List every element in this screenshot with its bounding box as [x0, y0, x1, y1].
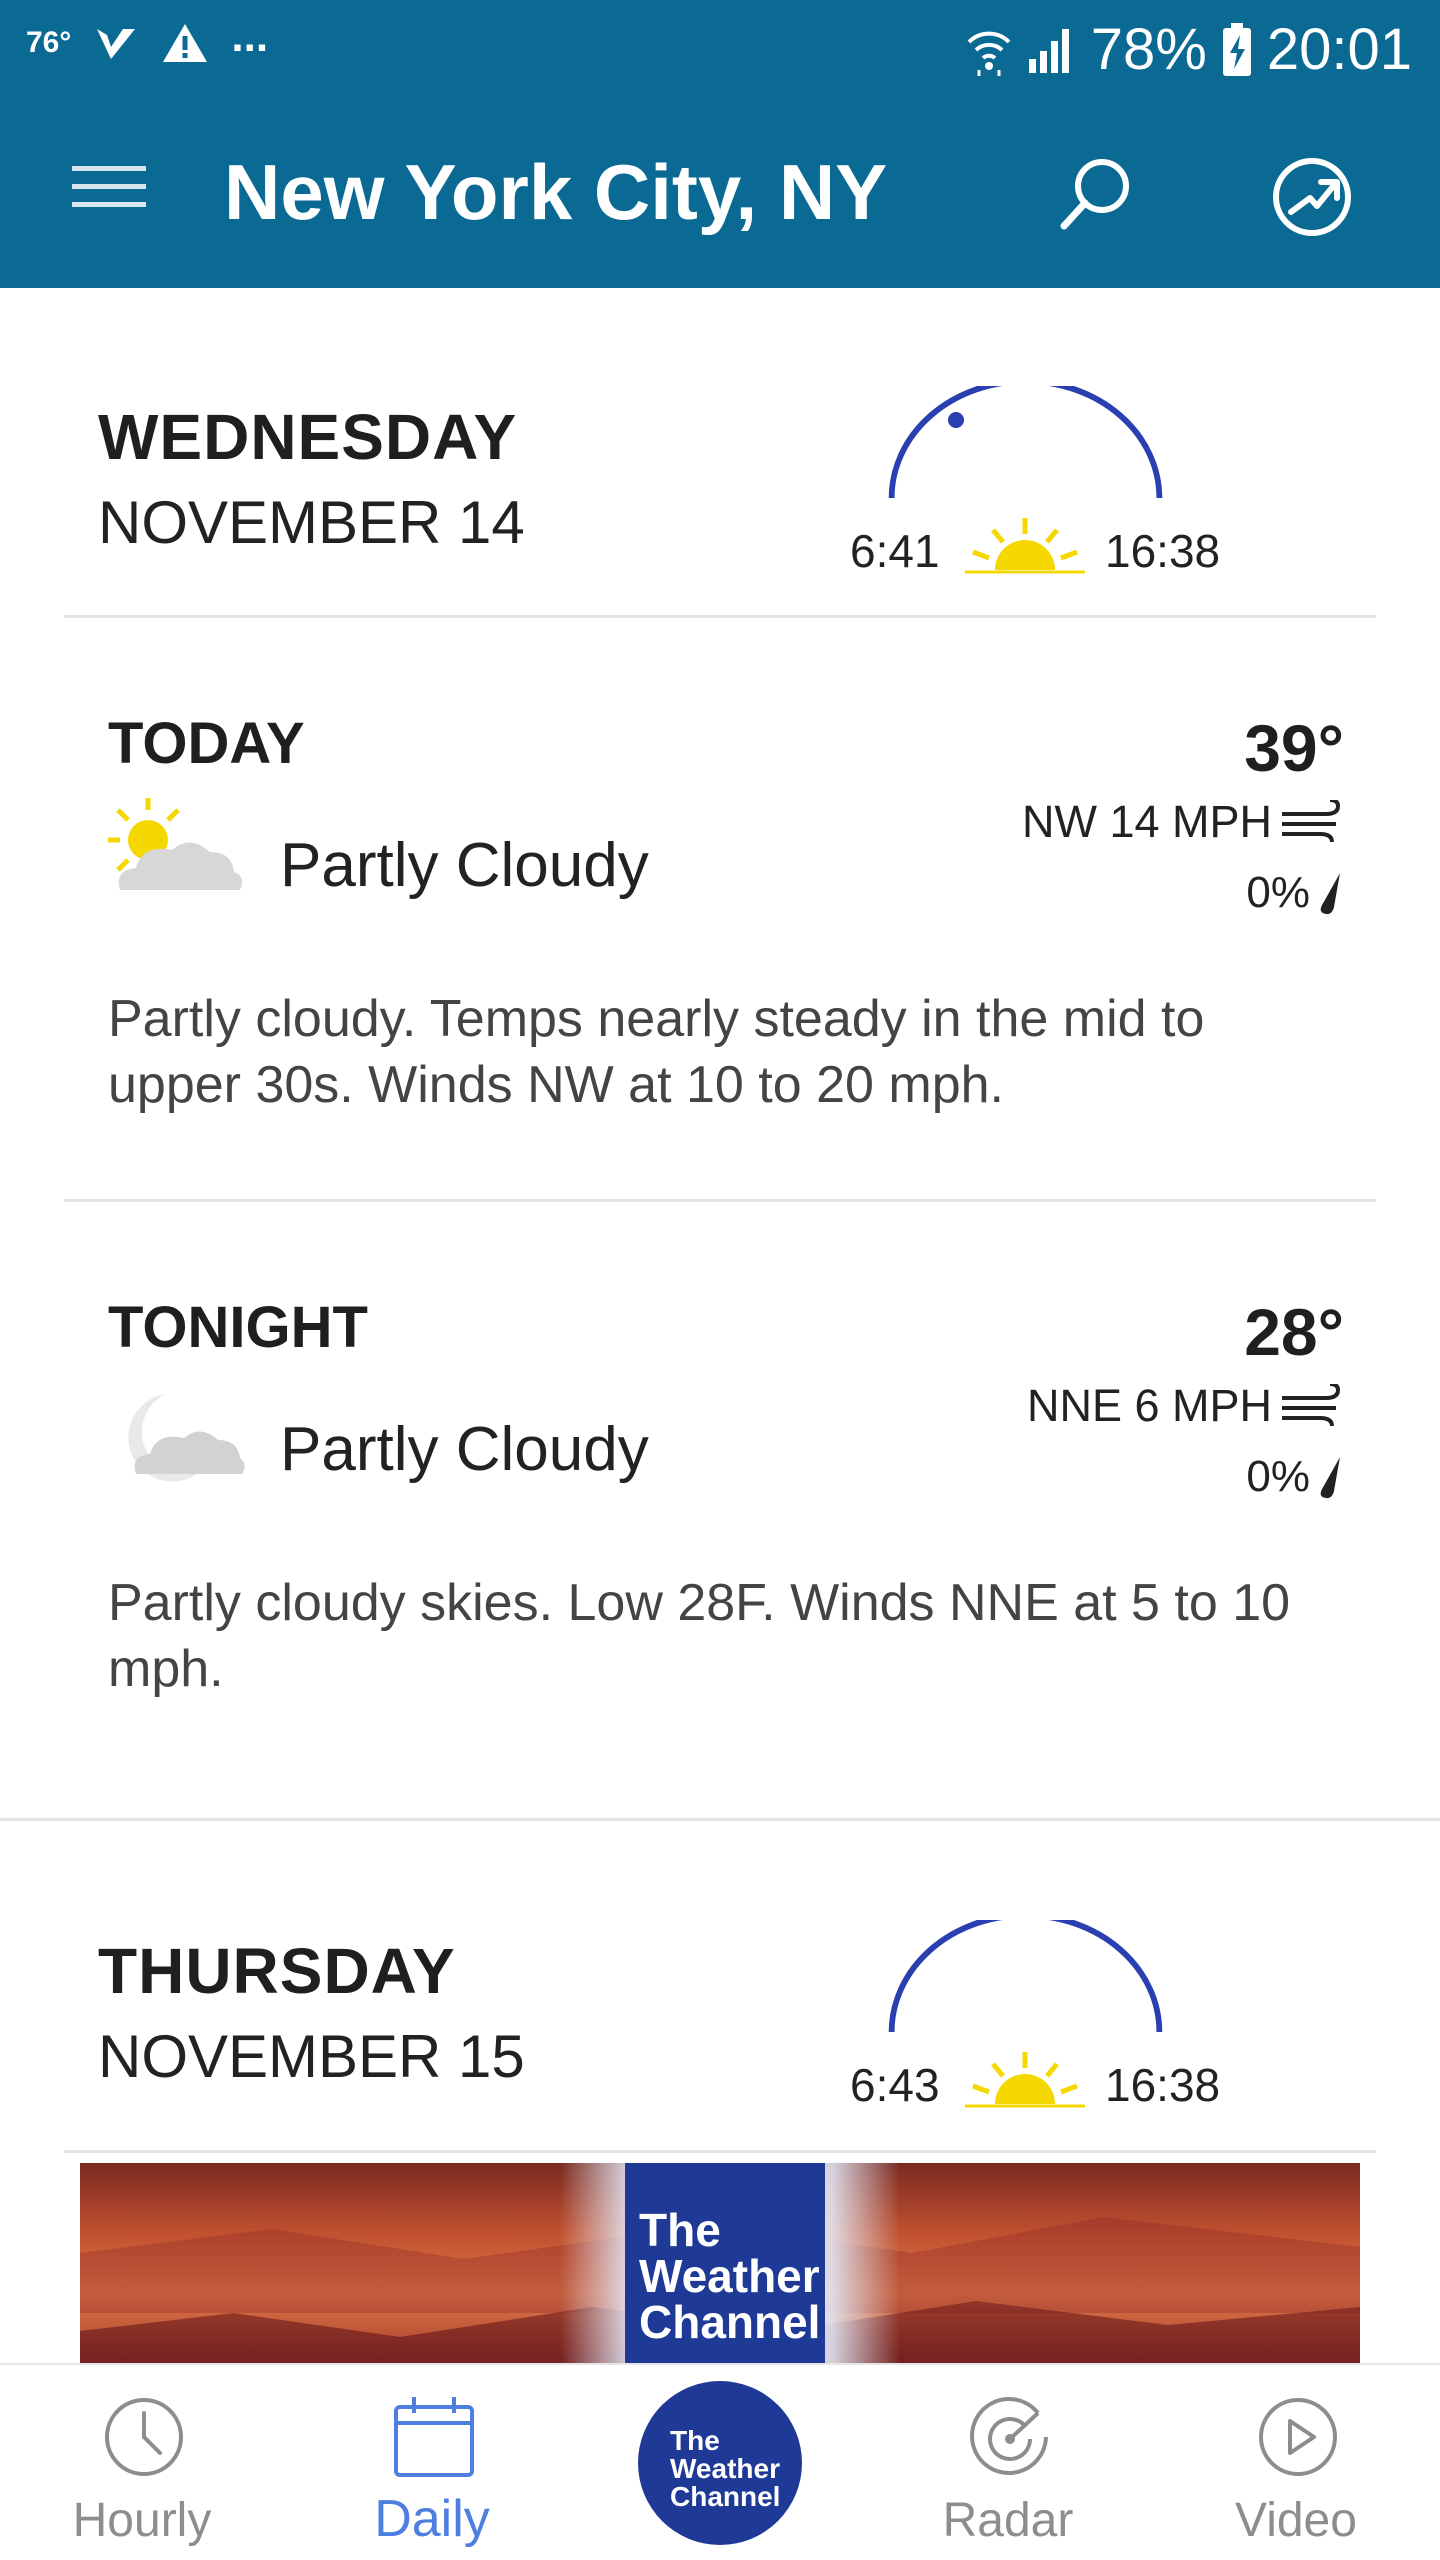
sunrise-time: 6:41	[850, 525, 940, 577]
check-notification-icon	[97, 29, 136, 59]
logo-line: Channel	[639, 2296, 821, 2348]
forecast-description: Partly cloudy. Temps nearly steady in th…	[108, 990, 1205, 1114]
wind-info: NW 14 MPH	[1022, 796, 1344, 848]
status-overflow: ...	[231, 12, 269, 61]
clock-icon	[105, 2398, 183, 2476]
temperature: 28°	[1244, 1295, 1344, 1369]
sunrise-sun-icon	[965, 2052, 1085, 2108]
sunset-time: 16:38	[1105, 2059, 1221, 2111]
nav-label: Radar	[942, 2494, 1074, 2547]
wifi-icon	[967, 31, 1011, 76]
app-bar: New York City, NY	[0, 98, 1440, 288]
day-divider	[0, 1818, 1440, 1821]
day-date: NOVEMBER 15	[98, 2023, 525, 2090]
logo-line: The	[639, 2204, 721, 2256]
ad-banner[interactable]: The Weather Channel	[80, 2163, 1360, 2363]
status-temp: 76°	[26, 26, 72, 59]
condition-text: Partly Cloudy	[280, 831, 649, 900]
play-icon	[1259, 2398, 1337, 2476]
precip-text: 0%	[1246, 868, 1310, 917]
battery-percent: 78%	[1090, 17, 1207, 82]
logo-line: Weather	[670, 2453, 780, 2484]
weather-channel-logo: The Weather Channel	[625, 2163, 825, 2363]
calendar-icon	[394, 2397, 474, 2477]
location-title[interactable]: New York City, NY	[224, 140, 887, 244]
search-icon	[1060, 159, 1129, 230]
sun-arc-icon	[888, 1920, 1163, 2033]
nav-daily[interactable]: Daily	[312, 2365, 552, 2560]
wind-icon	[1282, 800, 1341, 843]
day-name: WEDNESDAY	[98, 401, 518, 473]
day-name: THURSDAY	[98, 1935, 456, 2007]
wind-text: NW 14 MPH	[1021, 796, 1272, 847]
raindrop-icon	[1320, 873, 1340, 915]
precip-text: 0%	[1246, 1452, 1310, 1501]
condition-text: Partly Cloudy	[280, 1415, 649, 1484]
temperature: 39°	[1244, 711, 1344, 785]
nav-radar[interactable]: Radar	[888, 2365, 1128, 2560]
logo-line: Channel	[670, 2481, 781, 2512]
status-bar: 76° ... 78% 20:01	[0, 0, 1440, 98]
locate-icon	[1273, 158, 1351, 236]
raindrop-icon	[1320, 1457, 1340, 1499]
forecast-tonight[interactable]: TONIGHT 28° Partly Cloudy NNE 6 MPH 0% P…	[0, 1202, 1440, 1818]
logo-line: Weather	[639, 2250, 820, 2302]
forecast-today[interactable]: TODAY 39° Partly Cloudy NW 14 MPH 0% Par…	[0, 618, 1440, 1200]
search-button[interactable]	[1050, 150, 1140, 240]
logo-line: The	[670, 2425, 720, 2456]
warning-icon	[163, 24, 208, 62]
divider	[64, 2150, 1376, 2153]
battery-charging-icon	[1222, 22, 1251, 76]
nav-label: Hourly	[72, 2494, 212, 2547]
menu-icon	[72, 166, 146, 207]
period-label: TONIGHT	[108, 1295, 368, 1360]
day-header-wednesday: WEDNESDAY NOVEMBER 14 6:41 16:38	[0, 288, 1440, 618]
day-header-thursday: THURSDAY NOVEMBER 15 6:43 16:38	[0, 1822, 1440, 2152]
wind-text: NNE 6 MPH	[1026, 1380, 1272, 1431]
radar-icon	[970, 2397, 1048, 2475]
nav-hourly[interactable]: Hourly	[22, 2365, 262, 2560]
sunrise-time: 6:43	[850, 2059, 940, 2111]
signal-icon	[1028, 28, 1069, 73]
sunrise-sun-icon	[965, 518, 1085, 574]
weather-channel-nav-button[interactable]: The Weather Channel	[638, 2381, 802, 2545]
wind-info: NNE 6 MPH	[1027, 1380, 1344, 1432]
sun-arc-icon	[888, 386, 1163, 499]
sunset-time: 16:38	[1105, 525, 1221, 577]
status-clock: 20:01	[1266, 17, 1412, 82]
partly-cloudy-day-icon	[108, 798, 242, 890]
bottom-nav: Hourly Daily The Weather Channel Radar V…	[0, 2363, 1440, 2560]
nav-label: Video	[1235, 2494, 1357, 2547]
nav-label: Daily	[374, 2490, 490, 2548]
forecast-description: Partly cloudy skies. Low 28F. Winds NNE …	[108, 1574, 1291, 1698]
day-date: NOVEMBER 14	[98, 489, 525, 556]
period-label: TODAY	[108, 711, 305, 776]
nav-video[interactable]: Video	[1176, 2365, 1416, 2560]
wind-icon	[1282, 1384, 1341, 1427]
partly-cloudy-night-icon	[128, 1394, 245, 1482]
location-share-button[interactable]	[1265, 150, 1360, 245]
precip-info: 0%	[1246, 1452, 1344, 1502]
precip-info: 0%	[1246, 868, 1344, 918]
menu-button[interactable]	[70, 158, 150, 228]
